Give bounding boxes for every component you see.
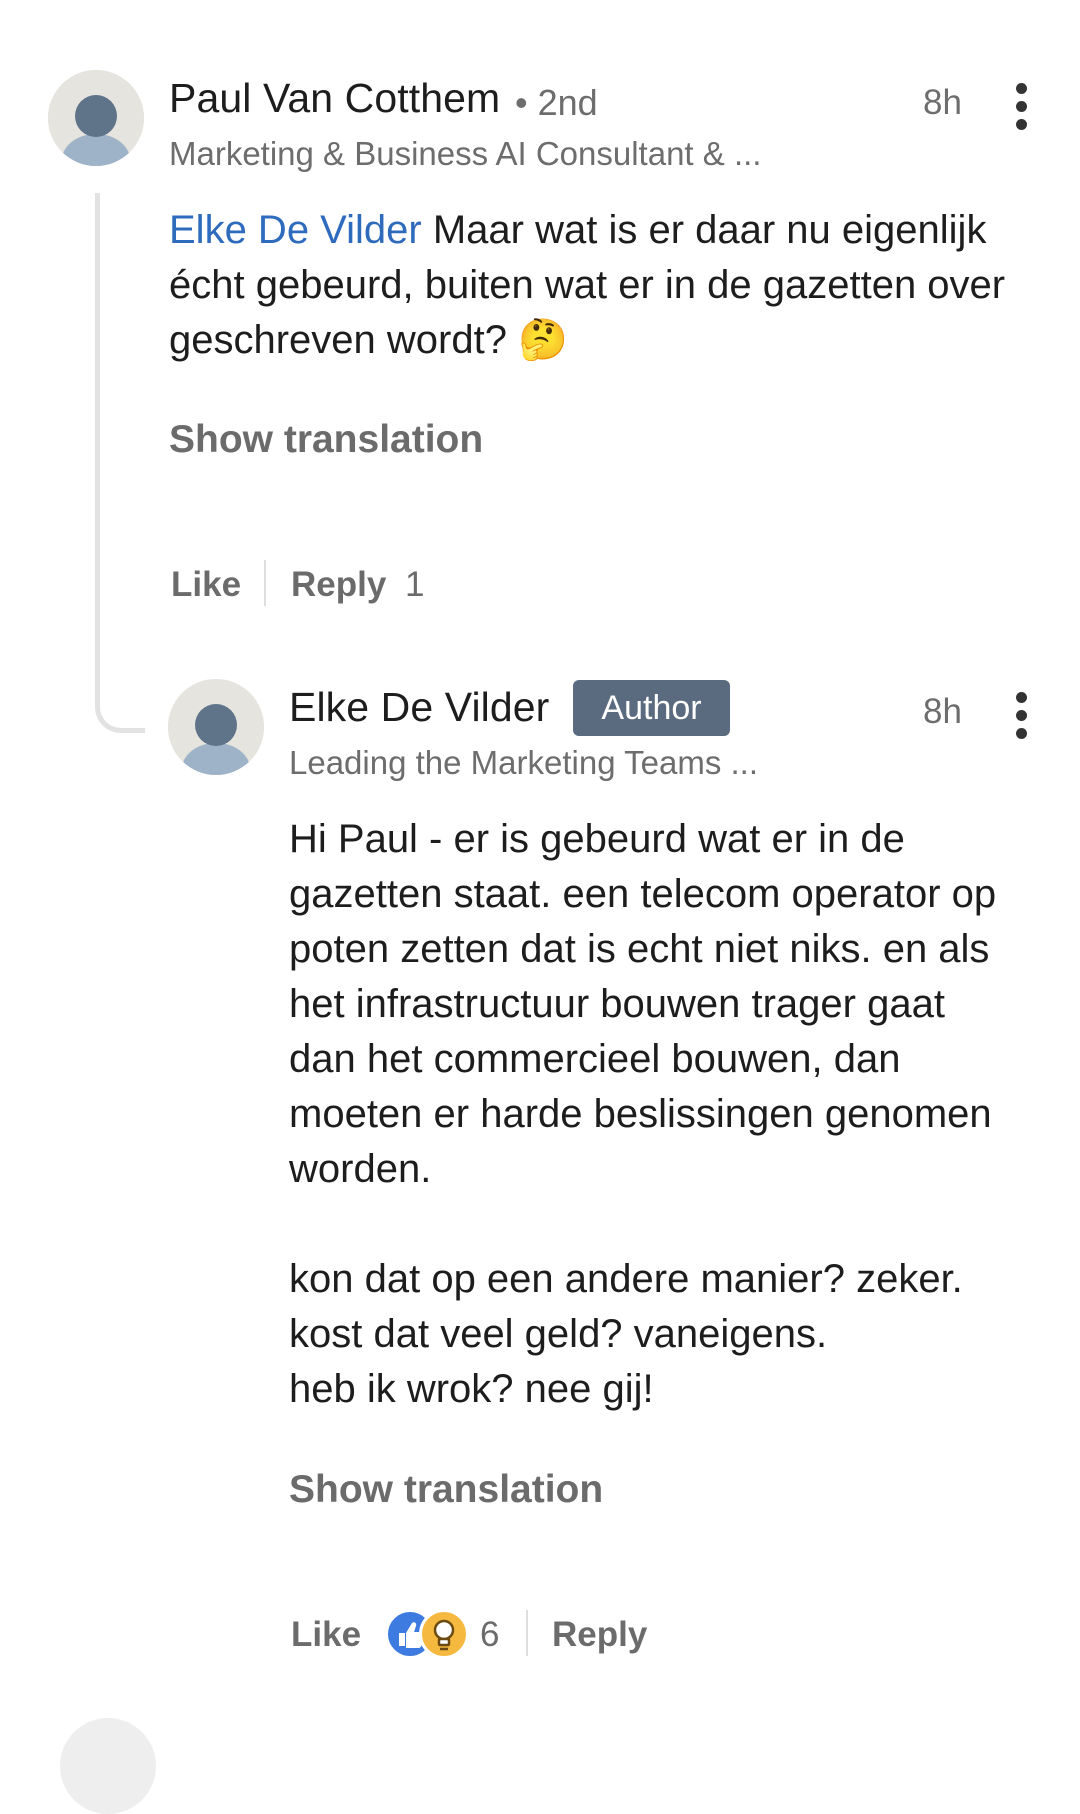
comment-text-line: Hi Paul - er is gebeurd wat er in de — [289, 817, 905, 861]
thread-connector-line — [95, 193, 145, 733]
comment-author-name[interactable]: Elke De Vilder — [289, 684, 549, 731]
action-divider — [264, 560, 266, 606]
comment-text-line: Maar wat is er daar nu eigenlijk — [432, 208, 987, 252]
reply-button[interactable]: Reply — [552, 1615, 647, 1655]
comment-timestamp: 8h — [923, 692, 962, 731]
insightful-reaction-icon — [419, 1609, 469, 1659]
comment-body: Elke De Vilder Maar wat is er daar nu ei… — [169, 203, 1049, 368]
author-headline: Marketing & Business AI Consultant & ... — [169, 135, 762, 172]
comment-text-line-blank — [289, 1197, 1059, 1252]
avatar-paul[interactable] — [48, 70, 144, 166]
person-placeholder-icon — [168, 679, 264, 775]
comment-text-line: kost dat veel geld? vaneigens. — [289, 1312, 828, 1356]
thinking-face-emoji: 🤔 — [518, 318, 568, 362]
comment-text-line: poten zetten dat is echt niet niks. en a… — [289, 927, 990, 971]
reaction-count: 6 — [480, 1615, 500, 1654]
mention-link[interactable]: Elke De Vilder — [169, 208, 422, 252]
action-divider — [526, 1610, 528, 1656]
comment-text-line: gazetten staat. een telecom operator op — [289, 872, 997, 916]
comment-text-line: moeten er harde beslissingen genomen — [289, 1092, 992, 1136]
comment-text-line: dan het commercieel bouwen, dan — [289, 1037, 901, 1081]
comment-text-line: geschreven wordt? — [169, 318, 507, 362]
author-badge: Author — [573, 680, 730, 736]
comment-text-line: heb ik wrok? nee gij! — [289, 1367, 654, 1411]
like-button[interactable]: Like — [171, 565, 241, 605]
comment-text-line: worden. — [289, 1147, 432, 1191]
comment-text-line: kon dat op een andere manier? zeker. — [289, 1257, 963, 1301]
show-translation-button[interactable]: Show translation — [169, 418, 483, 462]
comment-text-line: écht gebeurd, buiten wat er in de gazett… — [169, 263, 1006, 307]
more-options-icon[interactable] — [1011, 692, 1031, 740]
comment-author-name[interactable]: Paul Van Cotthem — [169, 75, 500, 122]
show-translation-button[interactable]: Show translation — [289, 1468, 603, 1512]
reply-button[interactable]: Reply — [291, 565, 386, 605]
comment-body: Hi Paul - er is gebeurd wat er in de gaz… — [289, 812, 1059, 1417]
comment-text-line: het infrastructuur bouwen trager gaat — [289, 982, 945, 1026]
avatar-next-comment[interactable] — [60, 1718, 156, 1814]
author-headline: Leading the Marketing Teams ... — [289, 744, 758, 781]
reply-count[interactable]: 1 — [405, 565, 424, 605]
more-options-icon[interactable] — [1011, 83, 1031, 131]
avatar-elke[interactable] — [168, 679, 264, 775]
person-placeholder-icon — [48, 70, 144, 166]
comment-timestamp: 8h — [923, 83, 962, 122]
connection-degree: • 2nd — [515, 82, 598, 123]
like-button[interactable]: Like — [291, 1615, 361, 1655]
